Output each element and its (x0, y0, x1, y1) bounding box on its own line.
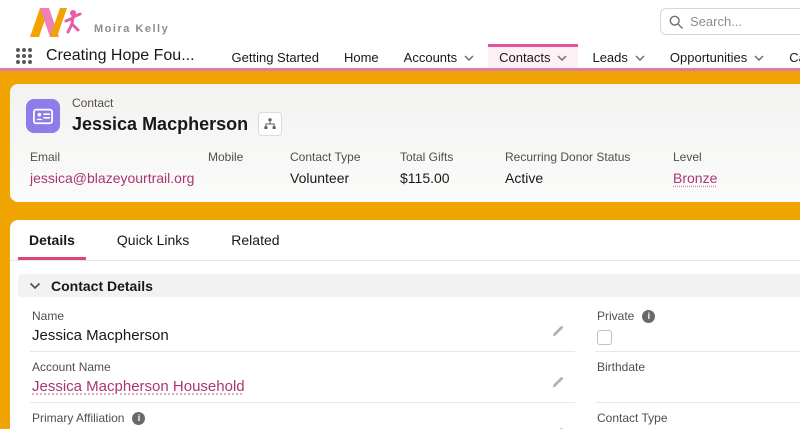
field-contact-type: Contact Type Volunteer (595, 403, 800, 429)
edit-account-name-icon[interactable] (551, 375, 565, 394)
record-detail-card: Details Quick Links Related Contact Deta… (10, 220, 800, 429)
hierarchy-icon (263, 117, 277, 131)
highlight-total-gifts: Total Gifts $115.00 (400, 150, 505, 186)
nav-tab-leads[interactable]: Leads (581, 44, 655, 68)
field-primary-affiliation: Primary Affiliation (30, 403, 575, 429)
record-name: Jessica Macpherson (72, 114, 248, 135)
tab-details[interactable]: Details (18, 220, 86, 260)
nav-tab-contacts[interactable]: Contacts (488, 44, 578, 68)
private-checkbox[interactable] (597, 330, 612, 345)
mk-monogram-icon (28, 5, 88, 39)
tab-quick-links[interactable]: Quick Links (106, 220, 200, 260)
detail-fields: Name Jessica Macpherson Private Account … (30, 301, 800, 429)
section-title: Contact Details (51, 278, 153, 294)
star-person-icon (66, 10, 80, 32)
page-canvas: Contact Jessica Macpherson (0, 71, 800, 429)
view-hierarchy-button[interactable] (258, 112, 282, 136)
field-account-name: Account Name Jessica Macpherson Househol… (30, 352, 575, 403)
salesforce-window: Moira Kelly Creating Hope Fou... Getting… (0, 0, 800, 429)
chevron-down-icon[interactable] (464, 55, 474, 61)
tab-related[interactable]: Related (220, 220, 290, 260)
highlight-mobile: Mobile (208, 150, 290, 186)
nav-tab-home[interactable]: Home (333, 44, 390, 68)
nav-tab-campaigns[interactable]: Campaigns (778, 44, 800, 68)
highlight-recurring-donor-status: Recurring Donor Status Active (505, 150, 673, 186)
nav-tabs: Getting Started Home Accounts Contacts L… (221, 44, 800, 68)
record-titles: Contact Jessica Macpherson (72, 96, 282, 136)
chevron-down-icon[interactable] (635, 55, 645, 61)
account-name-link[interactable]: Jessica Macpherson Household (32, 378, 245, 395)
nav-tab-opportunities[interactable]: Opportunities (659, 44, 775, 68)
app-navigation-bar: Creating Hope Fou... Getting Started Hom… (0, 44, 800, 68)
private-info-icon[interactable] (642, 310, 655, 323)
org-logo: Moira Kelly (28, 5, 169, 39)
app-launcher-icon[interactable] (16, 48, 32, 66)
field-birthdate: Birthdate (595, 352, 800, 403)
record-tabstrip: Details Quick Links Related (10, 220, 800, 261)
chevron-down-icon[interactable] (754, 55, 764, 61)
edit-name-icon[interactable] (551, 324, 565, 343)
contact-entity-icon (26, 99, 60, 133)
nav-tab-getting-started[interactable]: Getting Started (221, 44, 330, 68)
global-header: Moira Kelly (0, 0, 800, 44)
highlight-email: Email jessica@blazeyourtrail.org (30, 150, 208, 186)
record-head: Contact Jessica Macpherson (26, 96, 800, 136)
field-private: Private (595, 301, 800, 352)
highlight-level: Level Bronze (673, 150, 793, 186)
field-name: Name Jessica Macpherson (30, 301, 575, 352)
global-search[interactable] (660, 8, 800, 35)
entity-label: Contact (72, 96, 282, 110)
app-name[interactable]: Creating Hope Fou... (46, 47, 195, 65)
highlights-panel: Email jessica@blazeyourtrail.org Mobile … (26, 150, 800, 186)
search-input[interactable] (690, 14, 800, 29)
record-highlights-card: Contact Jessica Macpherson (10, 84, 800, 202)
chevron-down-icon (29, 282, 41, 290)
chevron-down-icon[interactable] (557, 55, 567, 61)
level-link[interactable]: Bronze (673, 170, 717, 186)
highlight-contact-type: Contact Type Volunteer (290, 150, 400, 186)
primary-affiliation-info-icon[interactable] (132, 412, 145, 425)
nav-tab-accounts[interactable]: Accounts (393, 44, 485, 68)
section-contact-details[interactable]: Contact Details (18, 274, 800, 297)
search-icon (669, 15, 683, 29)
logo-text: Moira Kelly (94, 23, 169, 39)
email-link[interactable]: jessica@blazeyourtrail.org (30, 170, 194, 186)
